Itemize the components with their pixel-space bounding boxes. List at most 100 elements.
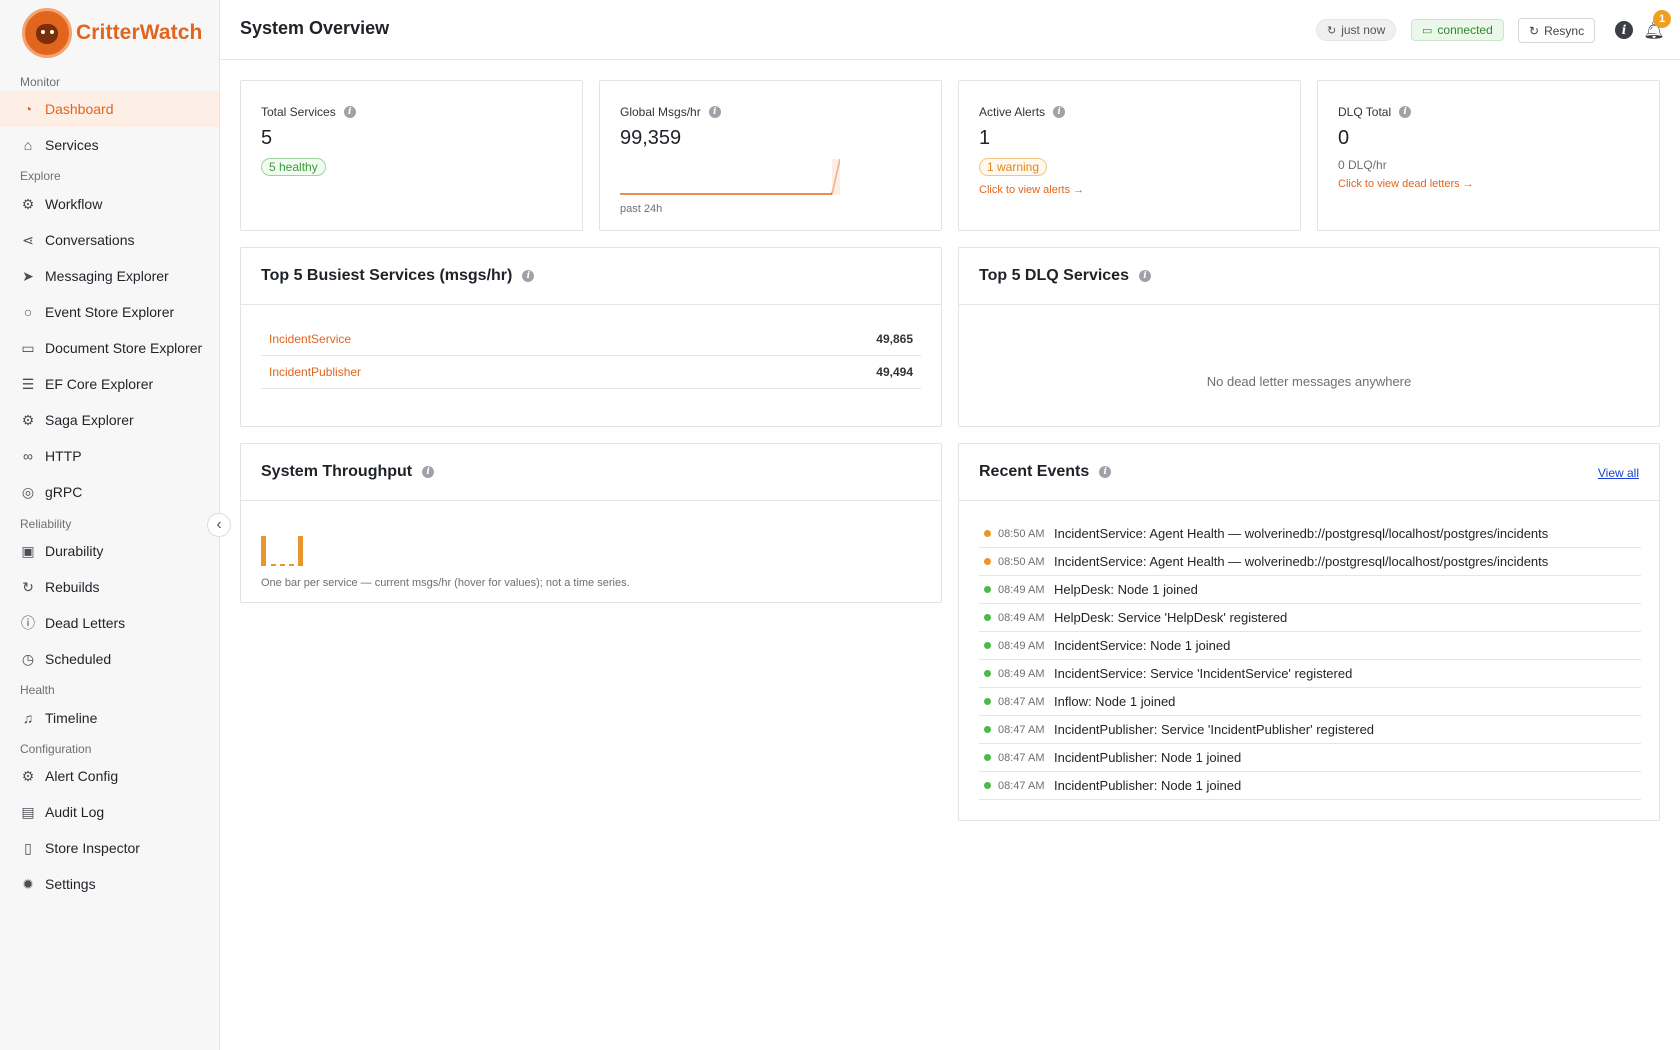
help-icon[interactable]: i — [708, 106, 721, 118]
connection-status-badge: ▭ connected — [1411, 19, 1504, 41]
view-all-link[interactable]: View all — [1598, 466, 1639, 480]
home-icon: ⌂ — [23, 137, 33, 153]
sidebar-item-messaging-explorer[interactable]: ➤ Messaging Explorer — [0, 258, 219, 294]
help-icon[interactable]: i — [522, 270, 535, 282]
sidebar-item-rebuilds[interactable]: ↻ Rebuilds — [0, 569, 219, 605]
view-alerts-link[interactable]: Click to view alerts → — [979, 184, 1084, 196]
status-dot — [984, 726, 991, 733]
status-dot — [984, 614, 991, 621]
help-icon[interactable]: i — [1053, 106, 1066, 118]
sidebar-item-dashboard[interactable]: ◔ Dashboard — [0, 91, 219, 127]
stat-value: 0 — [1338, 127, 1350, 149]
sidebar-item-grpc[interactable]: ◎ gRPC — [0, 474, 219, 510]
sidebar-item-saga-explorer[interactable]: ⚙ Saga Explorer — [0, 402, 219, 438]
list-item[interactable]: 08:47 AM IncidentPublisher: Service 'Inci… — [979, 716, 1641, 744]
panel-title: Top 5 DLQ Services — [979, 267, 1129, 284]
throughput-bar[interactable] — [271, 564, 276, 566]
help-icon[interactable]: i — [1399, 106, 1412, 118]
list-item[interactable]: 08:49 AM HelpDesk: Node 1 joined — [979, 576, 1641, 604]
throughput-caption: One bar per service — current msgs/hr (h… — [261, 577, 630, 589]
gear-icon: ⚙ — [21, 767, 35, 784]
help-icon[interactable]: i — [1138, 270, 1151, 282]
nav-group-health: Health — [20, 683, 55, 697]
throughput-bar[interactable] — [280, 564, 285, 566]
event-time: 08:47 AM — [998, 779, 1045, 792]
clock-icon: ◷ — [21, 650, 35, 667]
sidebar-item-scheduled[interactable]: ◷ Scheduled — [0, 641, 219, 677]
sidebar-item-label: Scheduled — [45, 651, 112, 667]
total-services-card: Total Services i 5 5 healthy — [240, 80, 583, 231]
list-item[interactable]: 08:47 AM IncidentPublisher: Node 1 joined — [979, 772, 1641, 800]
info-icon[interactable]: i — [1615, 21, 1633, 39]
service-link[interactable]: IncidentPublisher — [269, 365, 361, 379]
layers-icon: ◎ — [21, 483, 35, 500]
help-icon[interactable]: i — [422, 466, 435, 478]
sidebar-item-label: Dashboard — [45, 101, 114, 117]
sidebar-item-timeline[interactable]: ♫ Timeline — [0, 700, 219, 736]
sidebar-item-durability[interactable]: ▣ Durability — [0, 533, 219, 569]
service-link[interactable]: IncidentService — [269, 332, 351, 346]
brand[interactable]: CritterWatch — [22, 8, 202, 58]
list-item[interactable]: 08:47 AM Inflow: Node 1 joined — [979, 688, 1641, 716]
dashboard-icon: ◔ — [23, 101, 33, 117]
panel-title-row: Top 5 Busiest Services (msgs/hr) i — [261, 267, 535, 285]
sidebar-item-dead-letters[interactable]: ⓘ Dead Letters — [0, 605, 219, 641]
cog-icon: ✹ — [22, 875, 34, 892]
warning-badge: 1 warning — [979, 158, 1048, 176]
panel-title: Recent Events — [979, 463, 1090, 480]
help-icon[interactable]: i — [1099, 466, 1112, 478]
sidebar-item-label: Event Store Explorer — [45, 304, 175, 320]
sparkline-highlight — [832, 159, 840, 195]
status-dot — [984, 754, 991, 761]
list-item[interactable]: 08:49 AM IncidentService: Node 1 joined — [979, 632, 1641, 660]
throughput-bar[interactable] — [289, 564, 294, 566]
sync-icon: ↻ — [1327, 24, 1337, 37]
collapse-sidebar-button[interactable]: ‹ — [207, 513, 231, 537]
throughput-bar[interactable] — [261, 536, 266, 566]
view-dead-letters-link[interactable]: Click to view dead letters → — [1338, 178, 1474, 190]
last-update-pill: ↻ just now — [1316, 19, 1397, 41]
list-item[interactable]: 08:50 AM IncidentService: Agent Health — … — [979, 520, 1641, 548]
app-name: CritterWatch — [76, 21, 203, 44]
service-msgs-value: 49,494 — [876, 365, 913, 379]
dlq-services-panel: Top 5 DLQ Services i No dead letter mess… — [958, 247, 1660, 427]
send-icon: ➤ — [22, 267, 34, 284]
sidebar-item-alert-config[interactable]: ⚙ Alert Config — [0, 758, 219, 794]
stat-label-row: Total Services i — [261, 105, 356, 119]
help-icon[interactable]: i — [343, 106, 356, 118]
sidebar-item-label: Services — [45, 137, 99, 153]
sidebar-item-workflow[interactable]: ⚙ Workflow — [0, 186, 219, 222]
list-item[interactable]: 08:50 AM IncidentService: Agent Health — … — [979, 548, 1641, 576]
sidebar-item-label: EF Core Explorer — [45, 376, 154, 392]
event-time: 08:50 AM — [998, 527, 1045, 540]
sidebar-item-label: HTTP — [45, 448, 82, 464]
service-msgs-value: 49,865 — [876, 332, 913, 346]
stat-label: DLQ Total — [1338, 105, 1392, 119]
sidebar-item-label: Durability — [45, 543, 104, 559]
sidebar-item-audit-log[interactable]: ▤ Audit Log — [0, 794, 219, 830]
sidebar-item-http[interactable]: ∞ HTTP — [0, 438, 219, 474]
sidebar-item-ef-core-explorer[interactable]: ☰ EF Core Explorer — [0, 366, 219, 402]
list-item[interactable]: 08:49 AM IncidentService: Service 'Incide… — [979, 660, 1641, 688]
sidebar-item-services[interactable]: ⌂ Services — [0, 127, 219, 163]
sidebar-item-settings[interactable]: ✹ Settings — [0, 866, 219, 902]
status-dot — [984, 782, 991, 789]
sidebar-item-label: Rebuilds — [45, 579, 100, 595]
resync-button[interactable]: ↻ Resync — [1518, 18, 1596, 43]
event-time: 08:49 AM — [998, 611, 1045, 624]
sidebar-item-store-inspector[interactable]: ▯ Store Inspector — [0, 830, 219, 866]
event-time: 08:49 AM — [998, 583, 1045, 596]
search-icon: ○ — [23, 304, 33, 320]
list-item[interactable]: 08:49 AM HelpDesk: Service 'HelpDesk' reg… — [979, 604, 1641, 632]
sidebar-item-document-store-explorer[interactable]: ▭ Document Store Explorer — [0, 330, 219, 366]
resync-label: Resync — [1544, 23, 1585, 38]
sidebar-item-conversations[interactable]: ⋖ Conversations — [0, 222, 219, 258]
status-dot — [984, 670, 991, 677]
event-text: IncidentService: Node 1 joined — [1054, 638, 1231, 653]
sidebar-item-label: Store Inspector — [45, 840, 140, 856]
throughput-bar[interactable] — [298, 536, 303, 566]
panel-title-row: System Throughput i — [261, 463, 435, 481]
sidebar-item-event-store-explorer[interactable]: ○ Event Store Explorer — [0, 294, 219, 330]
list-item[interactable]: 08:47 AM IncidentPublisher: Node 1 joined — [979, 744, 1641, 772]
global-msgs-card: Global Msgs/hr i 99,359 past 24h — [599, 80, 942, 231]
